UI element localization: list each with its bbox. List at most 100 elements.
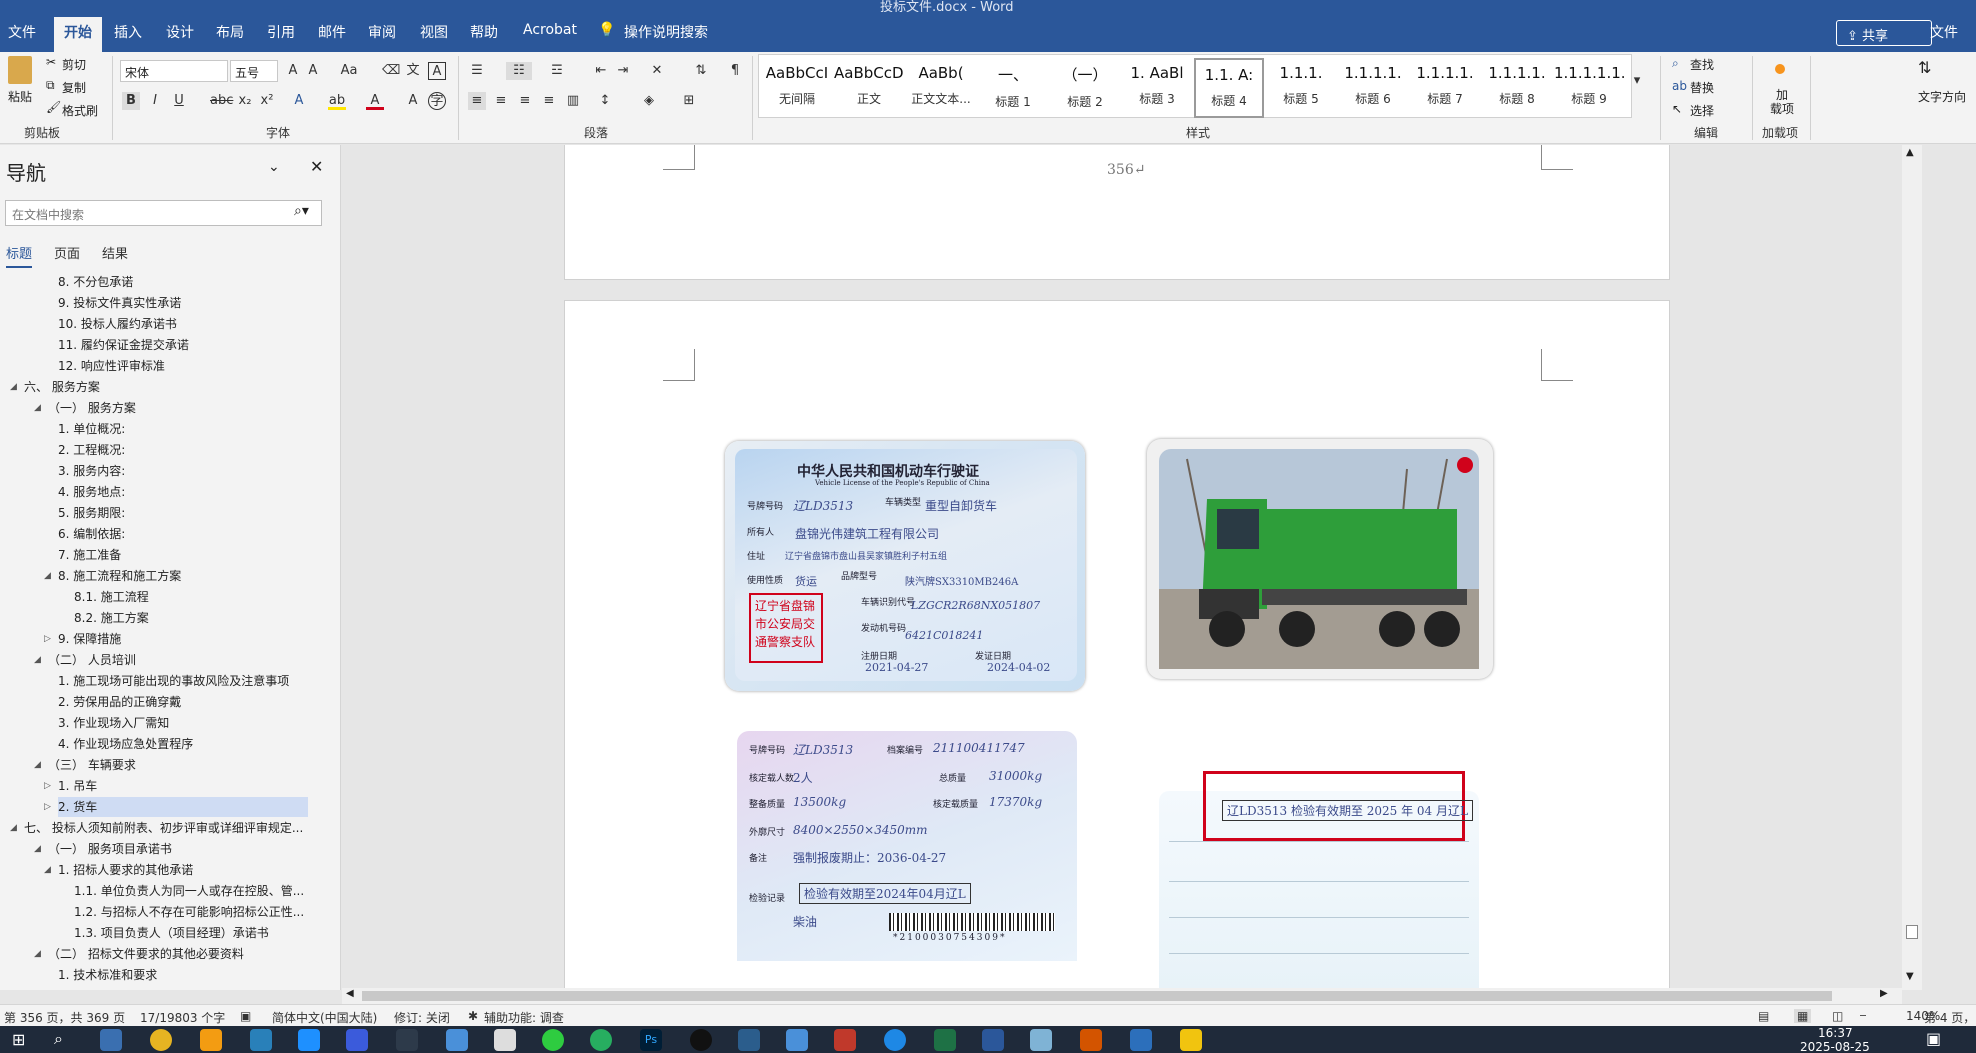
notification-icon[interactable]: ▣ xyxy=(1926,1029,1941,1048)
scroll-left-icon[interactable]: ◀ xyxy=(346,988,354,999)
app-icon[interactable] xyxy=(250,1029,272,1051)
app-icon[interactable] xyxy=(494,1029,516,1051)
app-icon[interactable] xyxy=(200,1029,222,1051)
paste-icon[interactable] xyxy=(8,56,32,84)
nav-heading-item[interactable]: 8. 不分包承诺 xyxy=(58,272,133,292)
collapse-icon[interactable]: ◢ xyxy=(34,655,41,665)
tab-insert[interactable]: 插入 xyxy=(114,22,142,42)
nav-heading-item[interactable]: 1. 招标人要求的其他承诺 xyxy=(58,860,193,880)
nav-heading-item[interactable]: 8. 施工流程和施工方案 xyxy=(58,566,181,586)
page-count-status[interactable]: 第 356 页，共 369 页 xyxy=(4,1009,125,1026)
collapse-icon[interactable]: ◢ xyxy=(44,865,51,875)
font-size-combo[interactable]: 五号 xyxy=(230,60,278,82)
close-icon[interactable]: ✕ xyxy=(310,157,323,176)
tab-acrobat[interactable]: Acrobat xyxy=(523,22,577,38)
nav-heading-item[interactable]: （二） 招标文件要求的其他必要资料 xyxy=(48,944,244,964)
collapse-icon[interactable]: ◢ xyxy=(34,760,41,770)
superscript-icon[interactable]: x² xyxy=(258,92,276,110)
app-icon[interactable] xyxy=(346,1029,368,1051)
expand-icon[interactable]: ▷ xyxy=(44,781,51,791)
nav-heading-item[interactable]: 8.1. 施工流程 xyxy=(74,587,149,607)
nav-heading-item[interactable]: 1. 吊车 xyxy=(58,776,97,796)
nav-heading-item[interactable]: 4. 作业现场应急处置程序 xyxy=(58,734,193,754)
nav-heading-item[interactable]: 2. 劳保用品的正确穿戴 xyxy=(58,692,181,712)
proofing-icon[interactable]: ▣ xyxy=(240,1009,251,1023)
right-file-label[interactable]: 文件 xyxy=(1930,22,1958,42)
collapse-icon[interactable]: ◢ xyxy=(10,382,17,392)
expand-icon[interactable]: ▷ xyxy=(44,634,51,644)
search-icon[interactable]: ⌕▾ xyxy=(294,203,309,219)
nav-heading-item[interactable]: 七、 投标人须知前附表、初步评审或详细评审规定... xyxy=(24,818,303,838)
bullets-icon[interactable]: ☰ xyxy=(468,62,486,80)
nav-heading-item[interactable]: （三） 车辆要求 xyxy=(48,755,136,775)
nav-tab-results[interactable]: 结果 xyxy=(102,243,128,262)
shrink-font-icon[interactable]: A xyxy=(304,62,322,80)
read-mode-icon[interactable]: ▤ xyxy=(1758,1009,1769,1023)
multilevel-list-icon[interactable]: ☲ xyxy=(548,62,566,80)
style-item[interactable]: 一、 标题 1 xyxy=(978,58,1048,118)
tab-design[interactable]: 设计 xyxy=(166,22,194,42)
zoom-out-icon[interactable] xyxy=(1860,1015,1866,1016)
nav-heading-item[interactable]: 2. 工程概况: xyxy=(58,440,125,460)
nav-heading-item[interactable]: 1.3. 项目负责人（项目经理）承诺书 xyxy=(74,923,269,943)
style-item[interactable]: 1. AaBl 标题 3 xyxy=(1122,58,1192,118)
collapse-icon[interactable]: ◢ xyxy=(34,949,41,959)
nav-heading-item[interactable]: 8.2. 施工方案 xyxy=(74,608,149,628)
show-marks-icon[interactable]: ¶ xyxy=(726,62,744,80)
font-color-icon[interactable]: A xyxy=(366,92,384,110)
scroll-thumb[interactable] xyxy=(1906,925,1918,939)
app-icon[interactable] xyxy=(590,1029,612,1051)
nav-heading-item[interactable]: 3. 作业现场入厂需知 xyxy=(58,713,169,733)
tab-home[interactable]: 开始 xyxy=(54,17,102,52)
align-right-icon[interactable]: ≡ xyxy=(516,92,534,110)
nav-heading-item[interactable]: 1.2. 与招标人不存在可能影响招标公正性... xyxy=(74,902,304,922)
acrobat-icon[interactable] xyxy=(834,1029,856,1051)
nav-heading-item[interactable]: 5. 服务期限: xyxy=(58,503,125,523)
char-shading-icon[interactable]: A xyxy=(404,92,422,110)
strikethrough-icon[interactable]: abc xyxy=(210,92,233,110)
nav-heading-item[interactable]: （一） 服务方案 xyxy=(48,398,136,418)
track-changes-status[interactable]: 修订: 关闭 xyxy=(394,1009,450,1026)
nav-heading-item[interactable]: 6. 编制依据: xyxy=(58,524,125,544)
decrease-indent-icon[interactable]: ⇤ xyxy=(592,62,610,80)
nav-heading-item[interactable]: 3. 服务内容: xyxy=(58,461,125,481)
calculator-icon[interactable] xyxy=(100,1029,122,1051)
copy-button[interactable]: 复制 xyxy=(62,79,86,96)
find-button[interactable]: 查找 xyxy=(1690,56,1714,73)
windows-start-icon[interactable]: ⊞ xyxy=(12,1030,25,1049)
style-item[interactable]: 1.1. A: 标题 4 xyxy=(1194,58,1264,118)
nav-heading-item[interactable]: 六、 服务方案 xyxy=(24,377,100,397)
nav-heading-item[interactable]: 9. 保障措施 xyxy=(58,629,121,649)
style-item[interactable]: 1.1.1.1. 标题 7 xyxy=(1410,58,1480,118)
select-button[interactable]: 选择 xyxy=(1690,102,1714,119)
nav-heading-item[interactable]: （二） 人员培训 xyxy=(48,650,136,670)
nav-heading-item[interactable]: 1. 施工现场可能出现的事故风险及注意事项 xyxy=(58,671,289,691)
style-item[interactable]: （一） 标题 2 xyxy=(1050,58,1120,118)
nav-heading-item[interactable]: 10. 投标人履约承诺书 xyxy=(58,314,177,334)
nav-heading-item[interactable]: 12. 响应性评审标准 xyxy=(58,356,165,376)
style-item[interactable]: 1.1.1. 标题 5 xyxy=(1266,58,1336,118)
hscroll-thumb[interactable] xyxy=(362,991,1832,1001)
nav-heading-item[interactable]: 9. 投标文件真实性承诺 xyxy=(58,293,181,313)
justify-icon[interactable]: ≡ xyxy=(540,92,558,110)
accessibility-status[interactable]: 辅助功能: 调查 xyxy=(484,1009,564,1026)
chevron-down-icon[interactable]: ⌄ xyxy=(268,159,280,175)
collapse-icon[interactable]: ◢ xyxy=(10,823,17,833)
clear-format-icon[interactable]: ⌫ xyxy=(382,62,400,80)
style-item[interactable]: 1.1.1.1. 标题 8 xyxy=(1482,58,1552,118)
borders-icon[interactable]: ⊞ xyxy=(680,92,698,110)
nav-heading-item[interactable]: 1.1. 单位负责人为同一人或存在控股、管... xyxy=(74,881,304,901)
shading-icon[interactable]: ◈ xyxy=(640,92,658,110)
word-count-status[interactable]: 17/19803 个字 xyxy=(140,1009,225,1026)
app-icon[interactable] xyxy=(884,1029,906,1051)
clock-time[interactable]: 16:37 xyxy=(1818,1026,1853,1040)
nav-search-input[interactable]: 在文档中搜索 xyxy=(5,200,322,226)
tab-references[interactable]: 引用 xyxy=(267,22,295,42)
scroll-up-icon[interactable]: ▲ xyxy=(1906,147,1914,158)
style-item[interactable]: AaBb(正文文本... xyxy=(906,58,976,118)
text-effects-icon[interactable]: A xyxy=(290,92,308,110)
style-item[interactable]: 1.1.1.1.1. 标题 9 xyxy=(1554,58,1624,118)
highlight-icon[interactable]: ab xyxy=(328,92,346,110)
nav-heading-item[interactable]: 11. 履约保证金提交承诺 xyxy=(58,335,189,355)
search-icon[interactable]: ⌕ xyxy=(54,1029,63,1049)
